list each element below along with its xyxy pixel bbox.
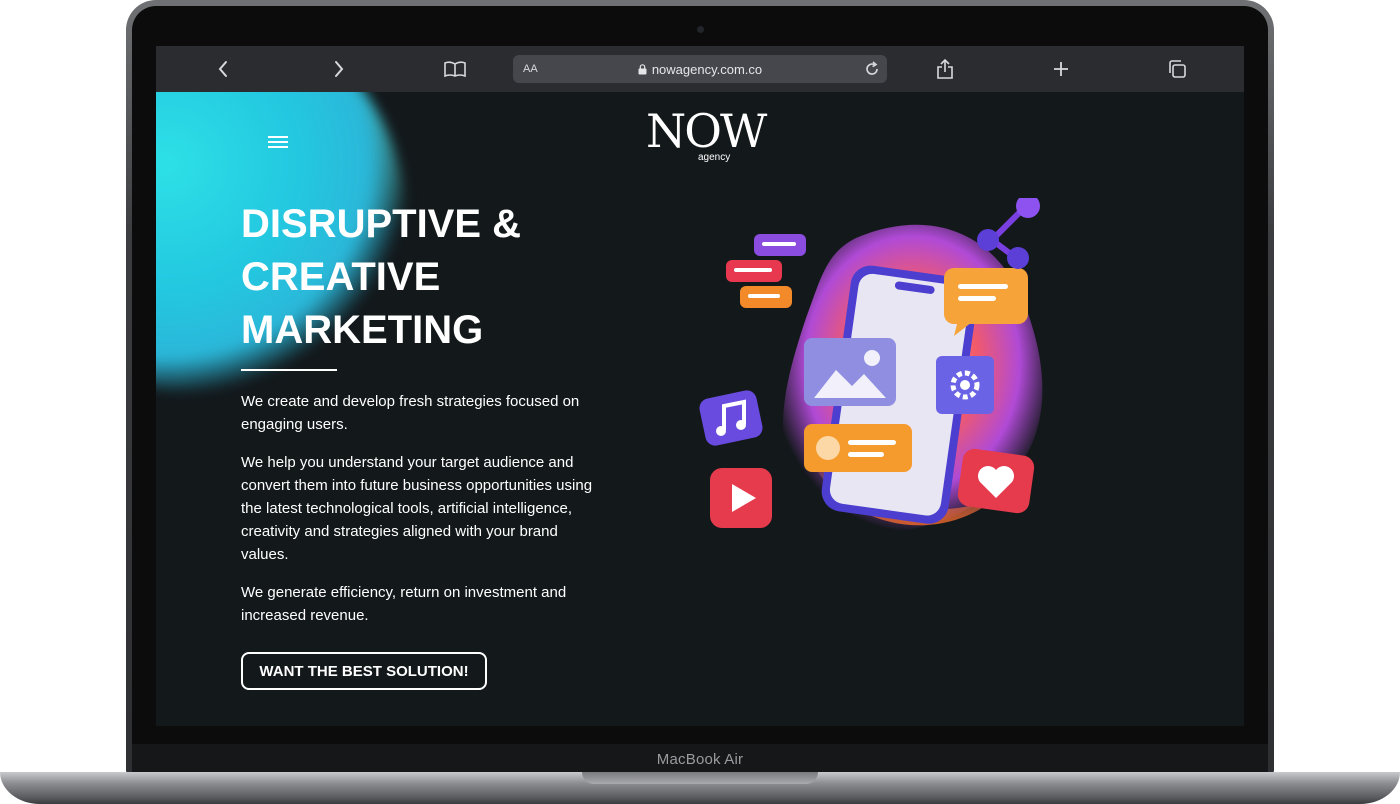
video-play-icon	[710, 468, 772, 528]
hero-paragraph: We create and develop fresh strategies f…	[241, 393, 580, 433]
hero-title-line: DISRUPTIVE &	[241, 202, 522, 246]
site-logo[interactable]: NOW agency	[646, 104, 767, 168]
message-bubbles-icon	[726, 234, 806, 308]
new-tab-icon[interactable]	[1048, 56, 1074, 82]
back-icon[interactable]	[210, 56, 236, 82]
settings-card-icon	[936, 356, 994, 414]
cta-button[interactable]: WANT THE BEST SOLUTION!	[241, 652, 487, 690]
heart-like-icon	[957, 448, 1035, 514]
image-card-icon	[804, 338, 896, 406]
website: NOW agency DISRUPTIVE & CREATIVE MARKETI…	[156, 92, 1244, 726]
hamburger-menu-icon[interactable]	[268, 136, 288, 150]
address-bar[interactable]: AA nowagency.com.co	[513, 55, 887, 83]
social-media-illustration	[699, 198, 1043, 532]
webcam	[697, 26, 704, 33]
device-label: MacBook Air	[656, 751, 744, 768]
browser-toolbar: AA nowagency.com.co	[156, 46, 1244, 92]
profile-card-icon	[804, 424, 912, 472]
logo-subtitle: agency	[698, 152, 731, 163]
hero-title-line: MARKETING	[241, 308, 484, 352]
lock-icon	[638, 64, 647, 75]
hero-description: We create and develop fresh strategies f…	[241, 390, 593, 642]
share-icon[interactable]	[932, 56, 958, 82]
logo-wordmark: NOW	[646, 104, 767, 158]
hero-paragraph: We help you understand your target audie…	[241, 454, 593, 563]
tabs-icon[interactable]	[1164, 56, 1190, 82]
hero-title-line: CREATIVE	[241, 255, 441, 299]
music-note-icon	[699, 390, 763, 446]
title-divider	[241, 369, 337, 371]
hero-title: DISRUPTIVE & CREATIVE MARKETING	[241, 198, 601, 357]
laptop-notch	[582, 772, 818, 784]
hero-paragraph: We generate efficiency, return on invest…	[241, 584, 567, 624]
forward-icon[interactable]	[326, 56, 352, 82]
address-display[interactable]: nowagency.com.co	[513, 62, 887, 77]
browser-screen: AA nowagency.com.co NOW agency DISRUPTIV…	[156, 46, 1244, 726]
bookmarks-icon[interactable]	[442, 56, 468, 82]
url-text: nowagency.com.co	[651, 62, 763, 77]
reload-icon[interactable]	[863, 60, 881, 83]
